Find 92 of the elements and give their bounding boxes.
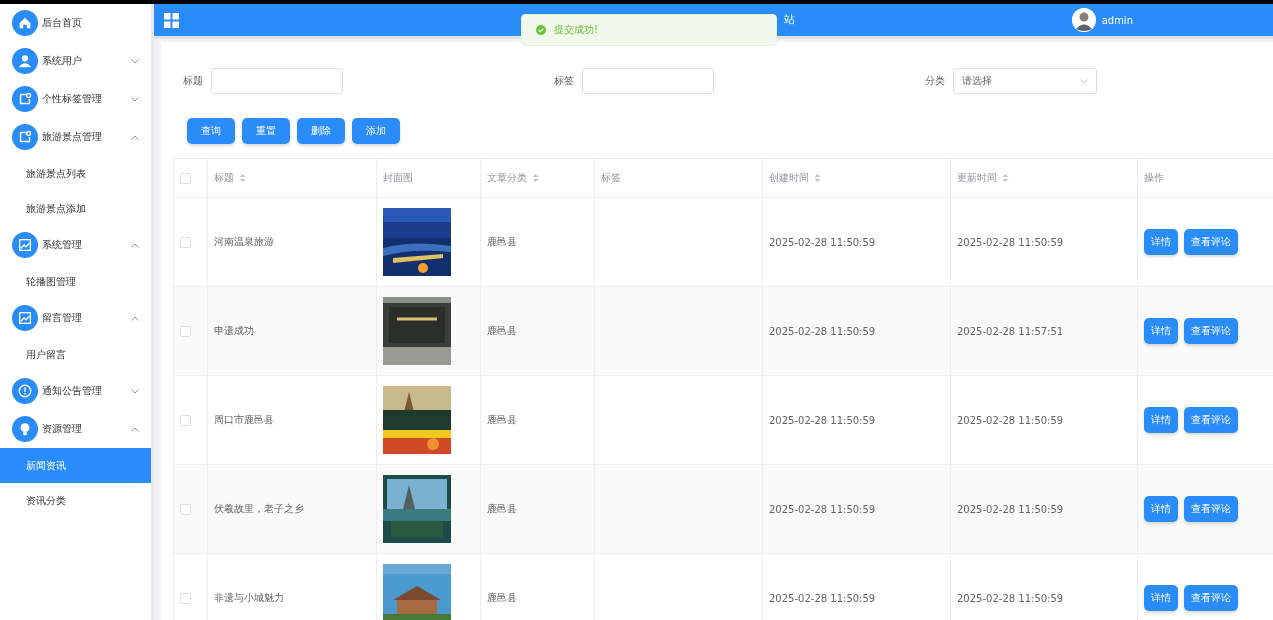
row-action-button[interactable]: 查看评论 [1184, 229, 1238, 255]
sidebar-item[interactable]: 通知公告管理 [0, 372, 151, 410]
row-action-button[interactable]: 详情 [1144, 229, 1178, 255]
action-button[interactable]: 重置 [242, 118, 290, 144]
submenu-item[interactable]: 资讯分类 [0, 483, 151, 518]
filter-label: 分类 [925, 74, 945, 88]
text-field[interactable] [582, 68, 714, 94]
row-checkbox[interactable] [180, 414, 191, 426]
row-checkbox[interactable] [180, 325, 191, 337]
info-icon [17, 383, 33, 399]
row-checkbox[interactable] [180, 592, 191, 604]
row-checkbox[interactable] [180, 503, 191, 515]
submenu-item[interactable]: 用户留言 [0, 337, 151, 372]
table-cell: 2025-02-28 11:50:59 [769, 592, 876, 604]
table-cell: 2025-02-28 11:50:59 [957, 414, 1064, 426]
table-cell: 鹿邑县 [487, 503, 517, 514]
sidebar-item[interactable]: 资源管理 [0, 410, 151, 448]
chevron-icon [131, 388, 139, 394]
home-icon [17, 15, 33, 31]
row-action-button[interactable]: 查看评论 [1184, 407, 1238, 433]
column-header: 操作 [1144, 171, 1164, 185]
username[interactable]: admin [1101, 14, 1133, 26]
table-cell: 2025-02-28 11:50:59 [957, 236, 1064, 248]
chevron-icon [131, 242, 139, 248]
sidebar-item[interactable]: 旅游景点管理 [0, 118, 151, 156]
table-cell: 2025-02-28 11:57:51 [957, 325, 1064, 337]
column-header: 封面图 [383, 171, 413, 185]
column-header: 文章分类 [487, 171, 527, 185]
sidebar-item[interactable]: 留言管理 [0, 299, 151, 337]
table-cell: 申遗成功 [214, 325, 254, 336]
chevron-icon [131, 426, 139, 432]
image-icon [17, 237, 33, 253]
table-cell: 伏羲故里，老子之乡 [214, 503, 304, 514]
row-checkbox[interactable] [180, 236, 191, 248]
submenu-item[interactable]: 轮播图管理 [0, 264, 151, 299]
row-action-button[interactable]: 查看评论 [1184, 585, 1238, 611]
site-title: 站 [784, 12, 795, 27]
table-cell: 鹿邑县 [487, 236, 517, 247]
action-button[interactable]: 添加 [352, 118, 400, 144]
column-header: 标题 [214, 171, 234, 185]
filter-label: 标题 [183, 74, 203, 88]
table-cell: 2025-02-28 11:50:59 [769, 503, 876, 515]
sort-icon[interactable] [532, 173, 539, 183]
row-action-button[interactable]: 详情 [1144, 585, 1178, 611]
row-action-button[interactable]: 详情 [1144, 407, 1178, 433]
check-icon [536, 25, 546, 35]
chevron-icon [131, 58, 139, 64]
category-select[interactable]: 请选择 [953, 68, 1097, 94]
sidebar-item[interactable]: 个性标签管理 [0, 80, 151, 118]
table-cell: 周口市鹿邑县 [214, 414, 274, 425]
column-header: 创建时间 [769, 171, 809, 185]
user-icon [17, 53, 33, 69]
table-cell: 2025-02-28 11:50:59 [769, 236, 876, 248]
table-cell: 2025-02-28 11:50:59 [957, 592, 1064, 604]
chevron-icon [131, 134, 139, 140]
chevron-icon [131, 315, 139, 321]
avatar-icon[interactable] [1071, 8, 1096, 32]
sort-icon[interactable] [239, 173, 246, 183]
table-cell: 鹿邑县 [487, 325, 517, 336]
table-cell: 2025-02-28 11:50:59 [769, 325, 876, 337]
text-field[interactable] [211, 68, 343, 94]
tag-icon [17, 129, 33, 145]
grid-icon[interactable] [164, 12, 179, 28]
table-cell: 鹿邑县 [487, 592, 517, 603]
table-cell: 2025-02-28 11:50:59 [957, 503, 1064, 515]
row-action-button[interactable]: 查看评论 [1184, 496, 1238, 522]
table-cell: 非遗与小城魅力 [214, 592, 284, 603]
table-cell: 河南温泉旅游 [214, 236, 274, 247]
sidebar-item[interactable]: 系统管理 [0, 226, 151, 264]
select-all-checkbox[interactable] [180, 172, 191, 184]
sort-icon[interactable] [1002, 173, 1009, 183]
toast-message: 提交成功! [554, 23, 598, 37]
row-action-button[interactable]: 详情 [1144, 318, 1178, 344]
sort-icon[interactable] [814, 173, 821, 183]
sidebar-item[interactable]: 后台首页 [0, 4, 151, 42]
row-action-button[interactable]: 查看评论 [1184, 318, 1238, 344]
table-cell: 鹿邑县 [487, 414, 517, 425]
filter-label: 标签 [554, 74, 574, 88]
action-button[interactable]: 查询 [187, 118, 235, 144]
chevron-icon [1080, 78, 1088, 84]
submenu-item[interactable]: 旅游景点列表 [0, 156, 151, 191]
row-action-button[interactable]: 详情 [1144, 496, 1178, 522]
chevron-icon [131, 96, 139, 102]
action-button[interactable]: 删除 [297, 118, 345, 144]
sidebar-item[interactable]: 系统用户 [0, 42, 151, 80]
image-icon [17, 310, 33, 326]
column-header: 更新时间 [957, 171, 997, 185]
tag-icon [17, 91, 33, 107]
column-header: 标签 [601, 171, 621, 185]
submenu-item[interactable]: 旅游景点添加 [0, 191, 151, 226]
submenu-item[interactable]: 新闻资讯 [0, 448, 151, 483]
table-cell: 2025-02-28 11:50:59 [769, 414, 876, 426]
